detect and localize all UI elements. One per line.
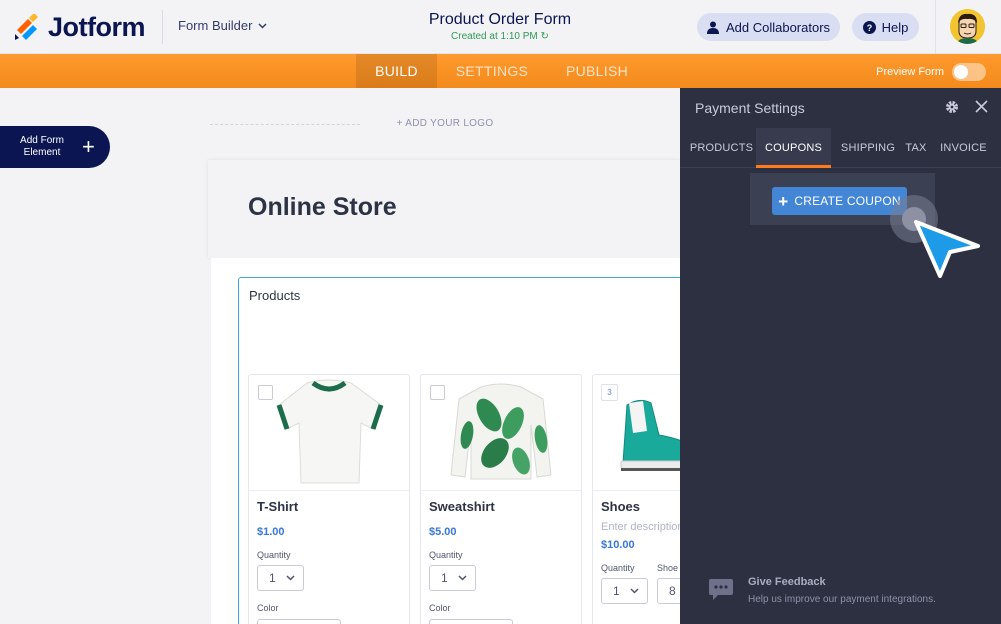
tab-build[interactable]: BUILD	[356, 54, 437, 88]
plus-icon: +	[82, 134, 95, 159]
create-coupon-button[interactable]: + CREATE COUPON	[772, 187, 907, 215]
chevron-down-icon	[286, 575, 295, 581]
form-builder-dropdown[interactable]: Form Builder	[178, 18, 267, 33]
top-header: Jotform Form Builder Product Order Form …	[0, 0, 1001, 54]
close-icon[interactable]	[974, 99, 989, 114]
help-label: Help	[881, 19, 909, 35]
store-title: Online Store	[248, 193, 397, 221]
quantity-label: Quantity	[601, 563, 635, 573]
product-checkbox[interactable]	[430, 385, 445, 400]
tab-products[interactable]: PRODUCTS	[684, 128, 759, 168]
feedback-subtitle: Help us improve our payment integrations…	[748, 594, 936, 605]
avatar-divider	[935, 0, 936, 54]
give-feedback-block[interactable]: Give Feedback Help us improve our paymen…	[708, 576, 936, 605]
product-name: T-Shirt	[257, 499, 299, 514]
preview-form-label: Preview Form	[876, 66, 944, 78]
chevron-down-icon	[630, 588, 639, 594]
form-body: Products T-Shirt $1.00 Quantity 1 Color …	[211, 258, 680, 624]
product-price: $5.00	[429, 526, 457, 538]
product-name: Sweatshirt	[429, 499, 495, 514]
chevron-down-icon	[458, 575, 467, 581]
form-title[interactable]: Product Order Form	[380, 11, 620, 29]
chat-bubble-icon	[709, 579, 733, 600]
form-title-block: Product Order Form Created at 1:10 PM ↻	[380, 11, 620, 42]
color-label: Color	[429, 603, 451, 613]
product-name: Shoes	[601, 499, 641, 514]
tab-tax[interactable]: TAX	[900, 128, 932, 168]
chevron-down-icon	[258, 22, 267, 29]
quantity-label: Quantity	[257, 550, 291, 560]
plus-icon: +	[778, 191, 789, 211]
product-card-shoes[interactable]: 3 Shoes Enter description $10.00 Quantit…	[592, 374, 680, 624]
form-header[interactable]: Online Store	[208, 160, 680, 258]
jotform-logo[interactable]: Jotform	[14, 12, 146, 43]
products-field[interactable]: Products T-Shirt $1.00 Quantity 1 Color …	[238, 277, 680, 624]
question-icon: ?	[862, 20, 876, 34]
feedback-title: Give Feedback	[748, 576, 826, 588]
product-image	[421, 375, 581, 491]
product-checkbox[interactable]	[258, 385, 273, 400]
add-form-element-button[interactable]: Add Form Element +	[0, 126, 110, 168]
tab-shipping[interactable]: SHIPPING	[834, 128, 902, 168]
product-price: $1.00	[257, 526, 285, 538]
user-avatar[interactable]	[950, 9, 985, 44]
avatar-face-icon	[950, 9, 985, 44]
product-card-tshirt[interactable]: T-Shirt $1.00 Quantity 1 Color	[248, 374, 410, 624]
form-saved-status: Created at 1:10 PM ↻	[451, 31, 549, 42]
cursor-arrow-icon	[914, 220, 980, 278]
payment-tabs: PRODUCTS COUPONS SHIPPING TAX INVOICE	[680, 128, 1001, 168]
shoe-size-label: Shoe	[657, 563, 679, 573]
svg-text:?: ?	[866, 23, 872, 33]
create-coupon-label: CREATE COUPON	[794, 194, 901, 208]
tab-coupons[interactable]: COUPONS	[756, 128, 831, 168]
product-card-sweatshirt[interactable]: Sweatshirt $5.00 Quantity 1 Color	[420, 374, 582, 624]
tab-publish[interactable]: PUBLISH	[547, 54, 647, 88]
product-price: $10.00	[601, 539, 635, 551]
form-builder-label: Form Builder	[178, 18, 253, 33]
product-image	[249, 375, 409, 491]
preview-form-toggle-group: Preview Form	[876, 63, 986, 81]
products-label: Products	[249, 288, 301, 303]
refresh-icon: ↻	[540, 31, 549, 42]
user-icon	[706, 21, 719, 34]
quantity-select[interactable]: 1	[601, 578, 648, 604]
product-number-badge: 3	[601, 384, 618, 401]
gear-icon[interactable]	[945, 100, 959, 114]
color-input[interactable]	[429, 619, 513, 624]
sweatshirt-image	[450, 383, 552, 480]
color-input[interactable]	[257, 619, 341, 624]
panel-title: Payment Settings	[695, 100, 805, 116]
color-label: Color	[257, 603, 279, 613]
jotform-logo-icon	[15, 13, 38, 40]
quantity-select[interactable]: 1	[257, 565, 304, 591]
tab-settings[interactable]: SETTINGS	[437, 54, 547, 88]
feedback-text: Give Feedback Help us improve our paymen…	[748, 576, 936, 605]
builder-tabs: BUILD SETTINGS PUBLISH	[356, 54, 647, 88]
form-canvas: Add Form Element + + ADD YOUR LOGO Onlin…	[0, 88, 680, 624]
help-button[interactable]: ? Help	[852, 13, 919, 41]
quantity-select[interactable]: 1	[429, 565, 476, 591]
add-collaborators-button[interactable]: Add Collaborators	[697, 13, 840, 41]
product-description-input[interactable]: Enter description	[601, 521, 680, 533]
header-divider	[162, 10, 163, 44]
add-form-element-label: Add Form Element	[20, 135, 64, 158]
preview-form-toggle[interactable]	[952, 63, 986, 81]
logo-text: Jotform	[48, 12, 146, 42]
payment-settings-panel: Payment Settings PRODUCTS COUPONS SHIPPI…	[680, 88, 1001, 624]
tshirt-image	[276, 379, 384, 484]
add-collaborators-label: Add Collaborators	[725, 19, 831, 35]
builder-nav-bar: BUILD SETTINGS PUBLISH Preview Form	[0, 54, 1001, 88]
add-logo-link[interactable]: + ADD YOUR LOGO	[210, 118, 680, 129]
shoe-size-select[interactable]: 8	[657, 578, 680, 604]
quantity-label: Quantity	[429, 550, 463, 560]
tab-invoice[interactable]: INVOICE	[936, 128, 991, 168]
